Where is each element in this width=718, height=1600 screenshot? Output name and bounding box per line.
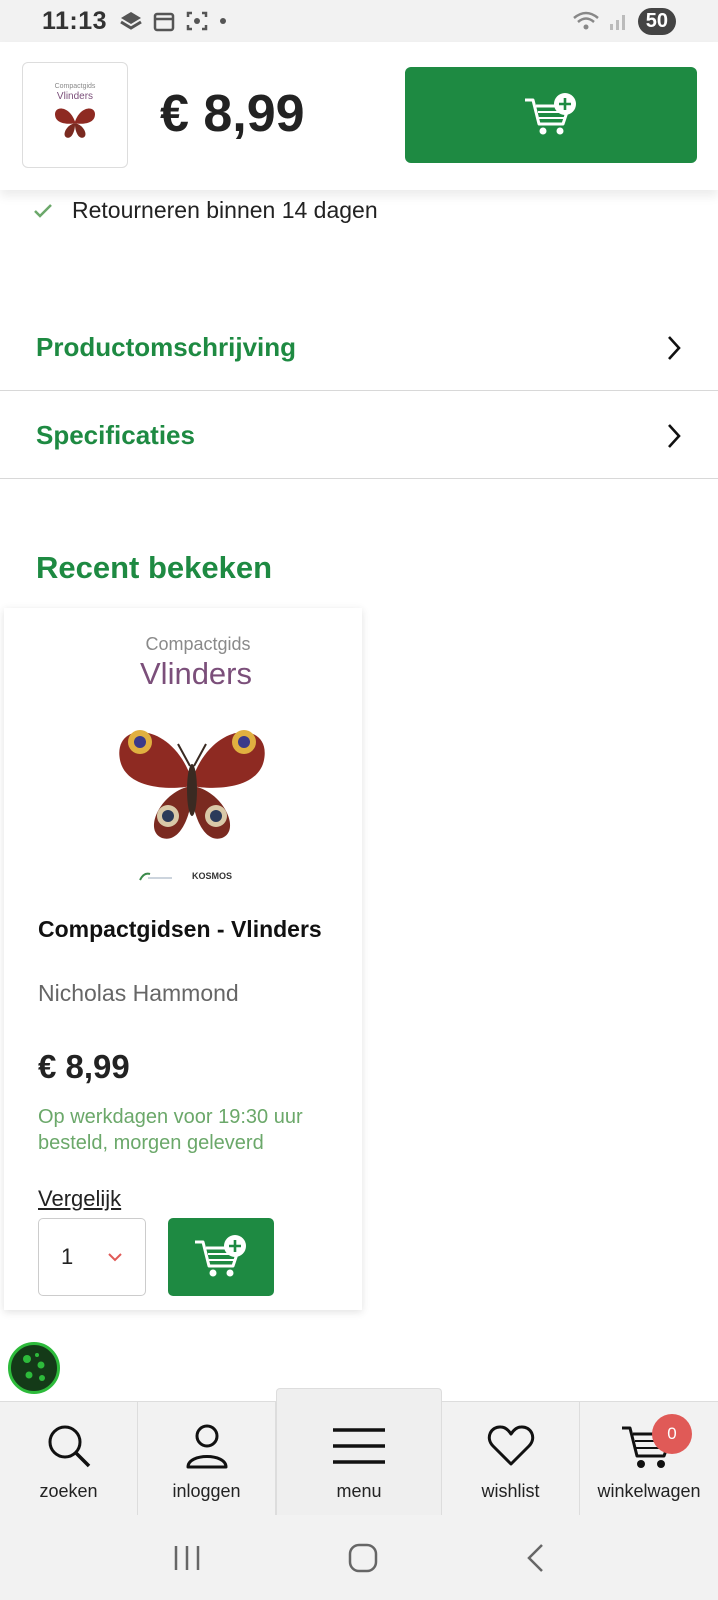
system-navigation [0, 1515, 718, 1600]
cover-logos: KOSMOS [138, 870, 232, 882]
butterfly-image[interactable] [112, 720, 272, 850]
screenshot-icon [186, 11, 208, 31]
status-bar: 11:13 50 [0, 0, 718, 42]
nav-menu[interactable]: menu [276, 1388, 442, 1516]
stack-icon [120, 12, 142, 30]
cart-plus-icon [195, 1235, 246, 1277]
cookie-icon [23, 1353, 45, 1381]
nav-label: inloggen [172, 1481, 241, 1501]
heart-icon [487, 1425, 534, 1466]
chevron-right-icon [668, 423, 681, 448]
status-time: 11:13 [42, 6, 108, 35]
user-icon [186, 1424, 227, 1469]
cover-title: Vlinders [140, 656, 252, 691]
return-policy: Retourneren binnen 14 dagen [34, 197, 378, 224]
nav-wishlist[interactable]: wishlist [442, 1402, 580, 1516]
publisher-leaf-icon [139, 872, 172, 881]
recent-apps-icon[interactable] [172, 1544, 202, 1572]
recent-viewed-title: Recent bekeken [36, 550, 273, 585]
cart-count-badge: 0 [652, 1414, 692, 1454]
dot-icon [220, 18, 227, 24]
chevron-down-icon [108, 1253, 122, 1262]
home-icon[interactable] [347, 1542, 379, 1574]
signal-icon [609, 15, 625, 30]
cart-plus-icon [525, 93, 576, 135]
nav-login[interactable]: inloggen [138, 1402, 276, 1516]
accordion-specificaties[interactable]: Specificaties [0, 393, 718, 479]
nav-cart[interactable]: 0 winkelwagen [580, 1402, 718, 1516]
cookie-settings-button[interactable] [8, 1342, 60, 1394]
battery-indicator: 50 [637, 7, 676, 35]
accordion-label: Productomschrijving [36, 332, 297, 362]
product-author: Nicholas Hammond [38, 980, 239, 1006]
product-thumbnail[interactable]: Compactgids Vlinders [22, 62, 128, 168]
calendar-icon [153, 12, 175, 32]
product-price: € 8,99 [38, 1048, 130, 1085]
check-icon [34, 203, 52, 218]
accordion-label: Specificaties [36, 420, 195, 450]
status-system-icons: 50 [572, 7, 676, 35]
menu-icon [333, 1428, 385, 1464]
nav-search[interactable]: zoeken [0, 1402, 138, 1516]
bottom-navigation: zoeken inloggen menu wishlist 0 winkelwa… [0, 1388, 718, 1516]
quantity-value: 1 [61, 1244, 74, 1269]
status-notification-icons [119, 10, 227, 32]
publisher-name: KOSMOS [192, 871, 233, 881]
wifi-icon [572, 11, 599, 30]
chevron-right-icon [668, 335, 681, 360]
nav-label: winkelwagen [597, 1481, 701, 1501]
nav-label: zoeken [39, 1481, 98, 1501]
nav-label: wishlist [481, 1481, 540, 1501]
cover-subtitle: Compactgids [145, 634, 251, 654]
header-price: € 8,99 [160, 85, 305, 143]
thumb-cover-subtitle: Compactgids [54, 83, 96, 90]
product-title[interactable]: Compactgidsen - Vlinders [38, 916, 338, 943]
return-policy-text: Retourneren binnen 14 dagen [72, 197, 378, 223]
compare-link[interactable]: Vergelijk [38, 1186, 121, 1212]
quantity-select[interactable]: 1 [38, 1218, 146, 1296]
butterfly-image [54, 108, 96, 138]
accordion-productomschrijving[interactable]: Productomschrijving [0, 305, 718, 391]
search-icon [48, 1425, 90, 1468]
back-icon[interactable] [524, 1542, 546, 1574]
card-add-to-cart-button[interactable] [168, 1218, 274, 1296]
product-card[interactable]: Compactgids Vlinders KOSMOS Compactgidse… [4, 608, 362, 1310]
thumb-cover-title: Vlinders [56, 91, 94, 102]
nav-label: menu [336, 1481, 382, 1501]
add-to-cart-button[interactable] [405, 67, 697, 163]
sticky-product-header: Compactgids Vlinders € 8,99 [0, 42, 718, 190]
delivery-info: Op werkdagen voor 19:30 uur besteld, mor… [38, 1106, 303, 1154]
